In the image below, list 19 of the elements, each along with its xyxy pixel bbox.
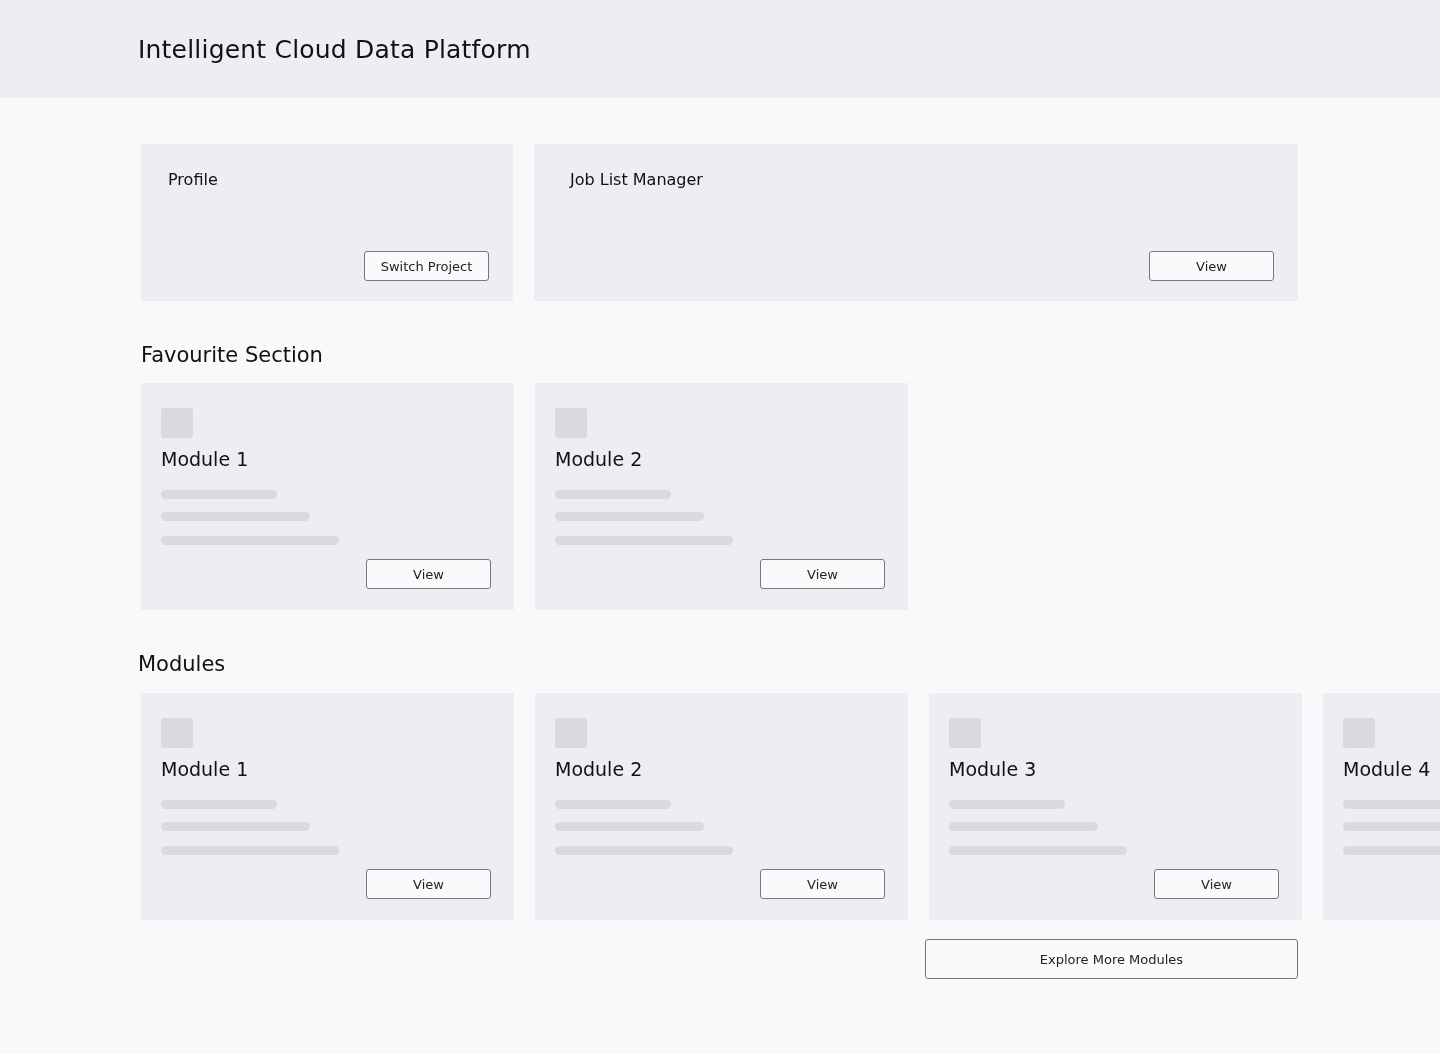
- explore-more-button[interactable]: Explore More Modules: [925, 939, 1298, 979]
- card-title: Profile: [168, 170, 219, 189]
- view-button[interactable]: View: [760, 559, 885, 589]
- view-button[interactable]: View: [366, 559, 491, 589]
- section-title: Favourite Section: [141, 343, 324, 367]
- switch-project-button[interactable]: Switch Project: [364, 251, 489, 281]
- card-title: Job List Manager: [570, 170, 704, 189]
- view-button[interactable]: View: [760, 869, 885, 899]
- module-name: Module 2: [555, 448, 644, 472]
- module-name: Module 2: [555, 758, 644, 782]
- section-title: Modules: [138, 652, 227, 676]
- module-name: Module 3: [949, 758, 1038, 782]
- module-name: Module 1: [161, 758, 250, 782]
- module-name: Module 4: [1343, 758, 1432, 782]
- view-button[interactable]: View: [1154, 869, 1279, 899]
- module-name: Module 1: [161, 448, 250, 472]
- app-title: Intelligent Cloud Data Platform: [138, 34, 531, 64]
- view-button[interactable]: View: [366, 869, 491, 899]
- view-button[interactable]: View: [1149, 251, 1274, 281]
